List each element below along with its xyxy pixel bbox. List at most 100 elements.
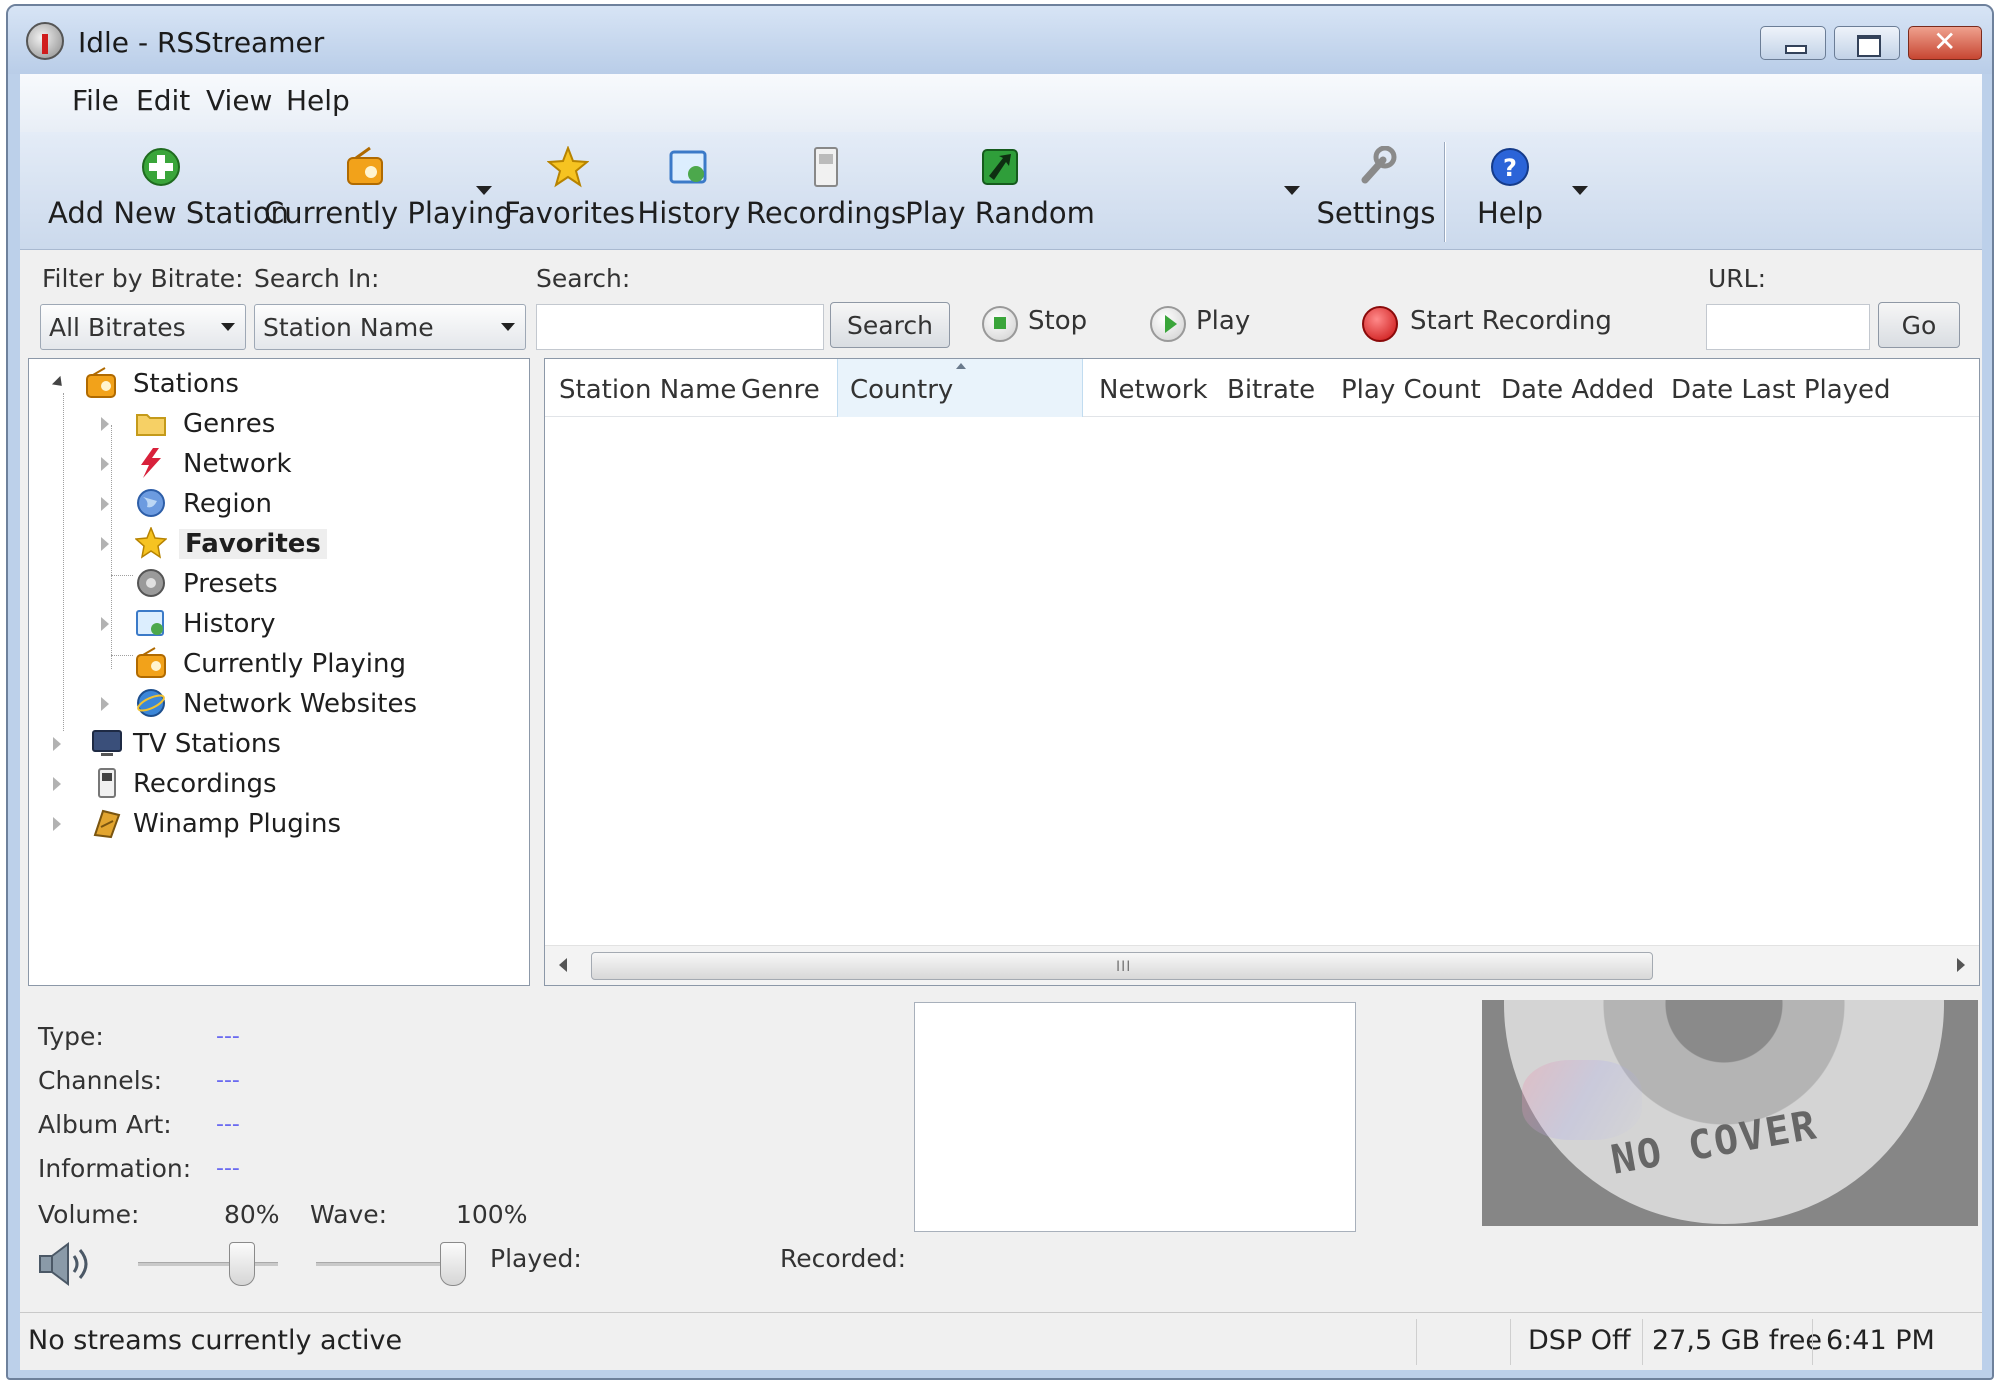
column-network[interactable]: Network [1099,359,1208,417]
app-icon [26,22,64,60]
column-country-label: Country [850,375,954,405]
expand-arrow-icon[interactable] [101,457,109,471]
expand-arrow-icon[interactable] [51,375,67,391]
expand-arrow-icon[interactable] [53,777,61,791]
search-input[interactable] [536,304,824,350]
volume-value: 80% [224,1200,280,1229]
minimize-button[interactable] [1760,26,1826,60]
search-in-select[interactable]: Station Name [254,304,526,350]
start-recording-button[interactable]: Start Recording [1410,306,1612,336]
play-random-dropdown-arrow[interactable] [1284,186,1300,195]
settings-button[interactable]: Settings [1312,144,1440,244]
scrollbar-grip: III [1116,959,1132,975]
column-station-name[interactable]: Station Name [559,359,736,417]
column-date-last-played[interactable]: Date Last Played [1671,359,1891,417]
star-icon [547,146,589,188]
menu-help[interactable]: Help [286,84,350,117]
history-label: History [637,196,741,230]
add-new-station-button[interactable]: Add New Station [48,144,289,244]
expand-arrow-icon[interactable] [101,697,109,711]
list-header: Station Name Genre Country Network Bitra… [545,359,1979,417]
filter-bar: Filter by Bitrate: All Bitrates Search I… [20,250,1982,354]
play-random-button[interactable]: Play Random [900,144,1100,244]
radio-icon [347,146,383,185]
chevron-down-icon [501,323,515,331]
maximize-button[interactable] [1834,26,1900,60]
menu-edit[interactable]: Edit [136,84,190,117]
favorites-label: Favorites [504,196,635,230]
window-title: Idle - RSStreamer [78,26,325,59]
history-icon [136,610,164,636]
status-bar: No streams currently active DSP Off 27,5… [20,1312,1982,1370]
scroll-right-arrow-icon[interactable] [1957,958,1965,972]
status-separator [1642,1319,1643,1365]
wave-slider-thumb[interactable] [440,1242,466,1286]
cd-reflection [1522,1060,1642,1140]
currently-playing-button[interactable]: Currently Playing [264,144,513,244]
scroll-left-arrow-icon[interactable] [559,958,567,972]
search-in-value: Station Name [263,313,434,342]
expand-arrow-icon[interactable] [53,817,61,831]
url-label: URL: [1708,264,1767,293]
volume-slider-thumb[interactable] [229,1242,255,1286]
client-area: File Edit View Help Add New Station Curr… [20,74,1982,1370]
app-window: Idle - RSStreamer File Edit View Help Ad… [6,4,1994,1380]
search-button[interactable]: Search [830,302,950,348]
status-separator [1812,1319,1813,1365]
sort-ascending-icon [956,363,966,369]
album-art-value: --- [216,1112,240,1137]
expand-arrow-icon[interactable] [53,737,61,751]
speaker-icon[interactable] [36,1242,96,1286]
bitrate-filter-select[interactable]: All Bitrates [40,304,246,350]
expand-arrow-icon[interactable] [101,537,109,551]
station-list: Station Name Genre Country Network Bitra… [544,358,1980,986]
scrollbar-thumb[interactable]: III [591,952,1653,980]
history-button[interactable]: History [634,144,744,244]
horizontal-scrollbar[interactable]: III [545,945,1979,985]
lightning-icon [141,448,161,478]
go-button[interactable]: Go [1878,302,1960,348]
column-bitrate[interactable]: Bitrate [1227,359,1315,417]
play-button[interactable]: Play [1196,306,1250,336]
favorites-button[interactable]: Favorites [504,144,635,244]
status-separator [1416,1319,1417,1365]
tree-guide-line [111,655,133,656]
title-bar[interactable]: Idle - RSStreamer [8,6,1992,74]
menu-view[interactable]: View [206,84,272,117]
tree-guide-line [111,575,133,576]
search-label: Search: [536,264,631,293]
tree-label: History [183,609,276,639]
expand-arrow-icon[interactable] [101,497,109,511]
tree-label: TV Stations [133,729,281,759]
column-play-count[interactable]: Play Count [1341,359,1481,417]
play-icon[interactable] [1150,306,1186,342]
currently-playing-dropdown-arrow[interactable] [476,186,492,195]
svg-text:?: ? [1503,154,1517,182]
stop-icon[interactable] [982,306,1018,342]
column-date-added[interactable]: Date Added [1501,359,1654,417]
tree-label: Favorites [179,529,327,559]
tree-guide-line [111,425,112,669]
recorded-label: Recorded: [780,1244,907,1273]
menu-file[interactable]: File [72,84,119,117]
tree-label: Genres [183,409,276,439]
record-icon[interactable] [1362,306,1398,342]
column-country[interactable]: Country [837,359,1083,417]
expand-arrow-icon[interactable] [101,417,109,431]
column-genre[interactable]: Genre [741,359,820,417]
expand-arrow-icon[interactable] [101,617,109,631]
wave-slider[interactable] [316,1240,466,1290]
recordings-button[interactable]: Recordings [746,144,906,244]
url-input[interactable] [1706,304,1870,350]
help-button[interactable]: ? Help [1460,144,1560,244]
add-icon [142,148,180,186]
menu-bar: File Edit View Help [20,74,1982,132]
close-button[interactable] [1908,25,1982,60]
help-dropdown-arrow[interactable] [1572,186,1588,195]
chevron-down-icon [221,323,235,331]
volume-slider[interactable] [138,1240,278,1290]
stop-button[interactable]: Stop [1028,306,1087,336]
tree-label: Winamp Plugins [133,809,341,839]
album-cover: NO COVER [1482,1000,1978,1226]
toolbar-separator [1444,142,1446,242]
